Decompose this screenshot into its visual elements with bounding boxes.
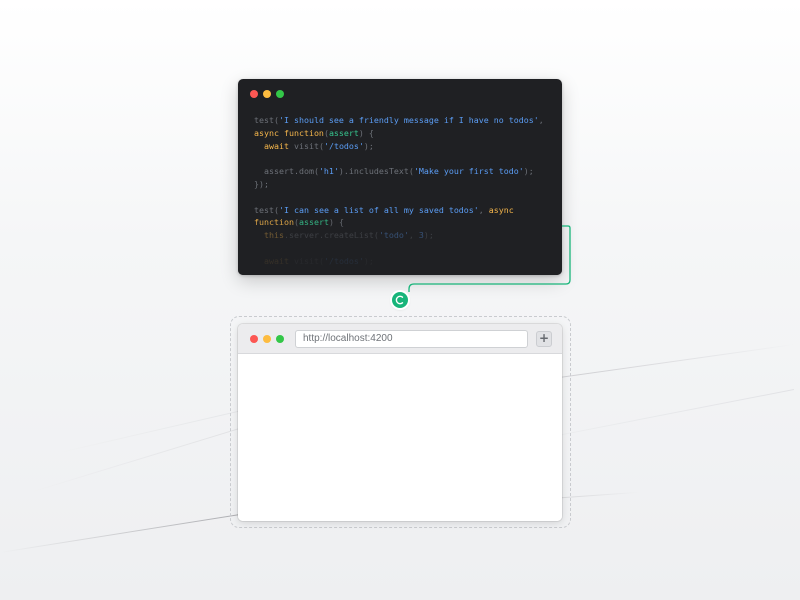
loading-spinner-icon	[392, 292, 408, 308]
minimize-window-icon[interactable]	[263, 335, 271, 343]
browser-viewport[interactable]	[238, 355, 562, 521]
address-bar[interactable]: http://localhost:4200	[295, 330, 528, 348]
maximize-window-icon[interactable]	[276, 335, 284, 343]
browser-window: http://localhost:4200 +	[238, 324, 562, 521]
close-window-icon[interactable]	[250, 335, 258, 343]
browser-window-controls	[250, 335, 284, 343]
browser-toolbar: http://localhost:4200 +	[238, 324, 562, 354]
stage: test('I should see a friendly message if…	[0, 0, 800, 600]
new-tab-button[interactable]: +	[536, 331, 552, 347]
